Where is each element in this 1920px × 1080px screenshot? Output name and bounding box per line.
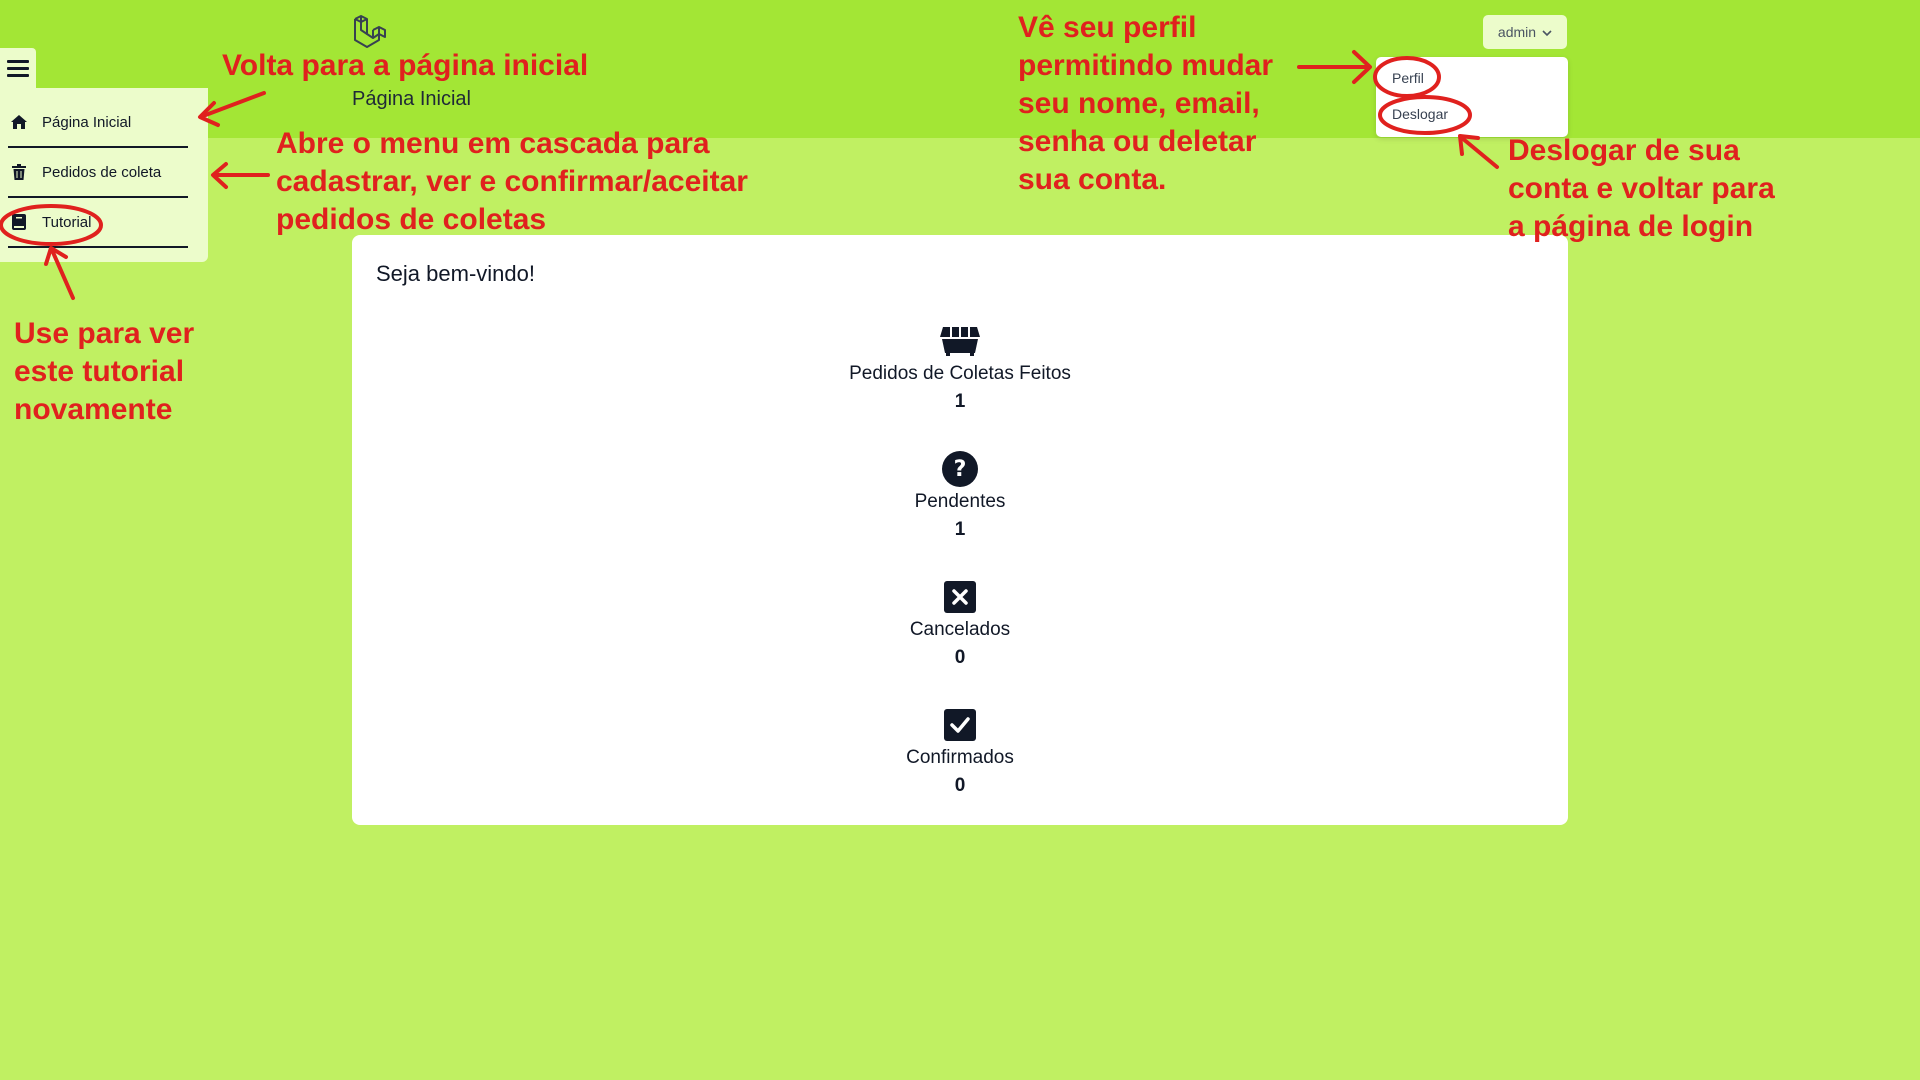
annotation-line: conta e voltar para [1508, 172, 1775, 205]
sidebar-item-collection-requests[interactable]: Pedidos de coleta [8, 148, 188, 198]
question-circle-icon: ? [352, 451, 1568, 487]
stat-confirmed: Confirmados 0 [352, 707, 1568, 797]
annotation-line: Vê seu perfil [1018, 11, 1197, 44]
sidebar: Página Inicial Pedidos de coleta Tutoria… [0, 88, 208, 262]
user-menu-label: admin [1497, 24, 1537, 40]
user-menu-button[interactable]: admin [1483, 15, 1567, 49]
stat-value: 1 [954, 391, 966, 412]
annotation-cascade-menu: Abre o menu em cascada para cadastrar, v… [276, 125, 748, 239]
book-icon [8, 213, 30, 231]
stat-value: 1 [954, 519, 966, 540]
logout-menu-item[interactable]: Deslogar [1392, 106, 1448, 122]
stat-label: Pedidos de Coletas Feitos [849, 363, 1071, 384]
dumpster-icon [352, 323, 1568, 359]
page-title: Página Inicial [352, 88, 471, 110]
stat-cancelled: Cancelados 0 [352, 579, 1568, 669]
check-square-icon [352, 707, 1568, 743]
annotation-line: Deslogar de sua [1508, 134, 1740, 167]
stat-requests-made: Pedidos de Coletas Feitos 1 [352, 323, 1568, 413]
annotation-line: a página de login [1508, 210, 1754, 243]
stat-pending: ? Pendentes 1 [352, 451, 1568, 541]
annotation-line: seu nome, email, [1018, 87, 1260, 120]
annotation-tutorial: Use para ver este tutorial novamente [14, 315, 194, 429]
menu-icon [7, 60, 29, 77]
annotation-line: permitindo mudar [1018, 49, 1274, 82]
svg-text:?: ? [954, 457, 967, 482]
sidebar-item-label: Tutorial [42, 213, 92, 231]
user-dropdown-menu: Perfil Deslogar [1376, 57, 1568, 137]
annotation-home: Volta para a página inicial [222, 49, 589, 82]
app-logo[interactable] [352, 12, 388, 50]
annotation-line: este tutorial [14, 355, 185, 388]
welcome-heading: Seja bem-vindo! [376, 261, 535, 286]
profile-menu-item[interactable]: Perfil [1392, 70, 1424, 86]
hamburger-menu-button[interactable] [0, 48, 36, 88]
stat-value: 0 [954, 775, 966, 796]
home-icon [8, 113, 30, 131]
sidebar-item-tutorial[interactable]: Tutorial [8, 198, 188, 248]
annotation-line: Abre o menu em cascada para [276, 127, 710, 160]
annotation-arrow [211, 162, 228, 189]
x-square-icon [352, 579, 1568, 615]
annotation-line: senha ou deletar [1018, 125, 1257, 158]
dashboard-card: Seja bem-vindo! Pedidos de Coletas Feito… [352, 235, 1568, 825]
sidebar-item-label: Pedidos de coleta [42, 163, 162, 181]
annotation-profile: Vê seu perfil permitindo mudar seu nome,… [1018, 9, 1273, 199]
annotation-arrow [1458, 134, 1480, 156]
annotation-line: novamente [14, 393, 173, 426]
annotation-line: cadastrar, ver e confirmar/aceitar [276, 165, 748, 198]
stat-value: 0 [954, 647, 966, 668]
sidebar-item-home[interactable]: Página Inicial [8, 98, 188, 148]
stat-label: Cancelados [909, 619, 1011, 640]
trash-icon [8, 163, 30, 181]
sidebar-item-label: Página Inicial [42, 113, 132, 131]
annotation-line: Use para ver [14, 317, 195, 350]
stat-label: Confirmados [906, 747, 1014, 768]
annotation-line: sua conta. [1018, 163, 1167, 196]
annotation-arrow [1460, 136, 1499, 169]
chevron-down-icon [1542, 24, 1552, 40]
annotation-logout: Deslogar de sua conta e voltar para a pá… [1508, 132, 1775, 246]
stat-label: Pendentes [914, 491, 1006, 512]
annotation-line: pedidos de coletas [276, 203, 547, 236]
